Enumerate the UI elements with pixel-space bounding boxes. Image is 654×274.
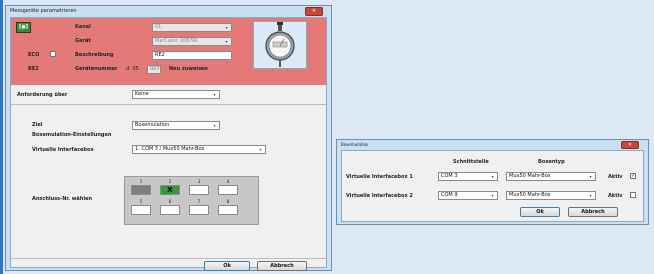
interfacebox-1-port-value: COM 3 [441, 173, 458, 179]
abbrechen-button[interactable]: Abbrech [257, 261, 307, 271]
main-dialog-titlebar[interactable]: Messgeräte parametrieren ✕ [6, 6, 331, 17]
virtuelle-interfacebox-value: 1: COM 3 / Mux50 Mahr-Box [135, 146, 205, 152]
geraet-value: MarCator 1087RI [155, 38, 198, 44]
anschluss-label: Anschluss-Nr. wählen [32, 196, 93, 202]
dropdown-arrow-icon: ▾ [213, 92, 216, 97]
interfacebox-1-port-select[interactable]: COM 3 ▾ [438, 172, 498, 181]
dropdown-arrow-icon: ▾ [589, 174, 592, 179]
dropdown-arrow-icon: ▾ [213, 123, 216, 128]
interfacebox-2-port-select[interactable]: COM 9 ▾ [438, 191, 498, 200]
slot-number: 8 [226, 199, 230, 204]
boxemulation-dialog: Boxemulation ✕ Schnittstelle Boxentyp Vi… [336, 139, 649, 225]
main-dialog-client: [●] Kanal 01 ▾ Gerät MarCator 1087RI ▾ E… [10, 17, 327, 271]
interfacebox-2-label: Virtuelle Interfacebox 2 [346, 193, 413, 199]
slot-5-button[interactable] [131, 205, 151, 215]
virtuelle-interfacebox-select[interactable]: 1: COM 3 / Mux50 Mahr-Box ▾ [132, 145, 266, 154]
beschreibung-input[interactable]: RE2 [152, 51, 232, 60]
slot-7-button[interactable] [189, 205, 209, 215]
slot-number: 5 [139, 199, 143, 204]
anforderung-value: Keine [135, 91, 149, 97]
geraetenummer-input[interactable]: 007 [147, 65, 161, 74]
neu-zuweisen-link[interactable]: Neu zuweisen [169, 66, 208, 72]
slot-3-button[interactable] [189, 185, 209, 195]
anforderung-label: Anforderung über [17, 92, 68, 98]
slot-number: 4 [226, 179, 230, 184]
geraetenummer-prefix: d: 05 [126, 66, 139, 72]
ziel-label: Ziel [32, 122, 43, 128]
anforderung-select[interactable]: Keine ▾ [132, 90, 220, 99]
device-icon[interactable]: [●] [16, 22, 31, 33]
device-header-panel: [●] Kanal 01 ▾ Gerät MarCator 1087RI ▾ E… [11, 18, 326, 85]
slot-number: 7 [197, 199, 201, 204]
dial-gauge-icon [265, 22, 295, 67]
separator [11, 258, 326, 259]
slot-8-button[interactable] [218, 205, 238, 215]
dropdown-arrow-icon: ▾ [225, 25, 228, 30]
ziel-select[interactable]: Boxemulation ▾ [132, 121, 220, 130]
main-dialog: Messgeräte parametrieren ✕ [●] Kanal 01 … [5, 5, 332, 271]
dropdown-arrow-icon: ▾ [225, 39, 228, 44]
eco-label: ECO [28, 52, 40, 58]
boxemulation-settings-label: Boxemulation-Einstellungen [32, 132, 112, 138]
aktiv-1-checkbox[interactable]: ✓ [630, 173, 636, 179]
box-abbrechen-button[interactable]: Abbrech [568, 207, 618, 217]
left-accent-bar [0, 0, 3, 274]
kanal-value: 01 [155, 24, 162, 30]
geraet-select[interactable]: MarCator 1087RI ▾ [152, 37, 232, 46]
interfacebox-2-type-select[interactable]: Mux50 Mahr-Box ▾ [506, 191, 596, 200]
interfacebox-2-type-value: Mux50 Mahr-Box [509, 192, 551, 198]
boxemulation-dialog-title: Boxemulation [341, 142, 369, 147]
kanal-select[interactable]: 01 ▾ [152, 23, 232, 32]
aktiv-2-label: Aktiv [608, 193, 623, 199]
column-header-schnittstelle: Schnittstelle [453, 159, 489, 165]
box-ok-button[interactable]: Ok [520, 207, 560, 217]
slot-1-button[interactable] [131, 185, 151, 195]
slot-4-button[interactable] [218, 185, 238, 195]
aktiv-2-checkbox[interactable] [630, 192, 636, 198]
dropdown-arrow-icon: ▾ [259, 147, 262, 152]
close-icon[interactable]: ✕ [305, 7, 323, 16]
geraetenummer-label: Gerätenummer [75, 66, 118, 72]
virtuelle-interfacebox-label: Virtuelle Interfacebox [32, 147, 94, 153]
interfacebox-1-type-value: Mux50 Mahr-Box [509, 173, 551, 179]
slot-number: 2 [168, 179, 172, 184]
ziel-value: Boxemulation [135, 122, 170, 128]
separator [11, 104, 326, 105]
eco-checkbox[interactable] [50, 51, 56, 57]
anschluss-slot-grid: 1 2 3 4 X 5 6 7 8 [124, 176, 259, 225]
dropdown-arrow-icon: ▾ [491, 174, 494, 179]
geraet-label: Gerät [75, 38, 91, 44]
interfacebox-1-label: Virtuelle Interfacebox 1 [346, 174, 413, 180]
column-header-boxentyp: Boxentyp [538, 159, 565, 165]
dropdown-arrow-icon: ▾ [491, 193, 494, 198]
interfacebox-1-type-select[interactable]: Mux50 Mahr-Box ▾ [506, 172, 596, 181]
boxemulation-dialog-client: Schnittstelle Boxentyp Virtuelle Interfa… [341, 150, 644, 222]
main-dialog-title: Messgeräte parametrieren [10, 8, 77, 14]
beschreibung-label: Beschreibung [75, 52, 114, 58]
slot-number: 3 [197, 179, 201, 184]
slot-2-button[interactable]: X [160, 185, 180, 195]
slot-6-button[interactable] [160, 205, 180, 215]
slot-number: 1 [139, 179, 143, 184]
dropdown-arrow-icon: ▾ [589, 193, 592, 198]
aktiv-1-label: Aktiv [608, 174, 623, 180]
close-icon[interactable]: ✕ [621, 141, 639, 149]
device-image [253, 21, 307, 69]
ok-button[interactable]: Ok [204, 261, 250, 271]
re2-label: RE2 [28, 66, 39, 72]
slot-number: 6 [168, 199, 172, 204]
interfacebox-2-port-value: COM 9 [441, 192, 458, 198]
kanal-label: Kanal [75, 24, 91, 30]
